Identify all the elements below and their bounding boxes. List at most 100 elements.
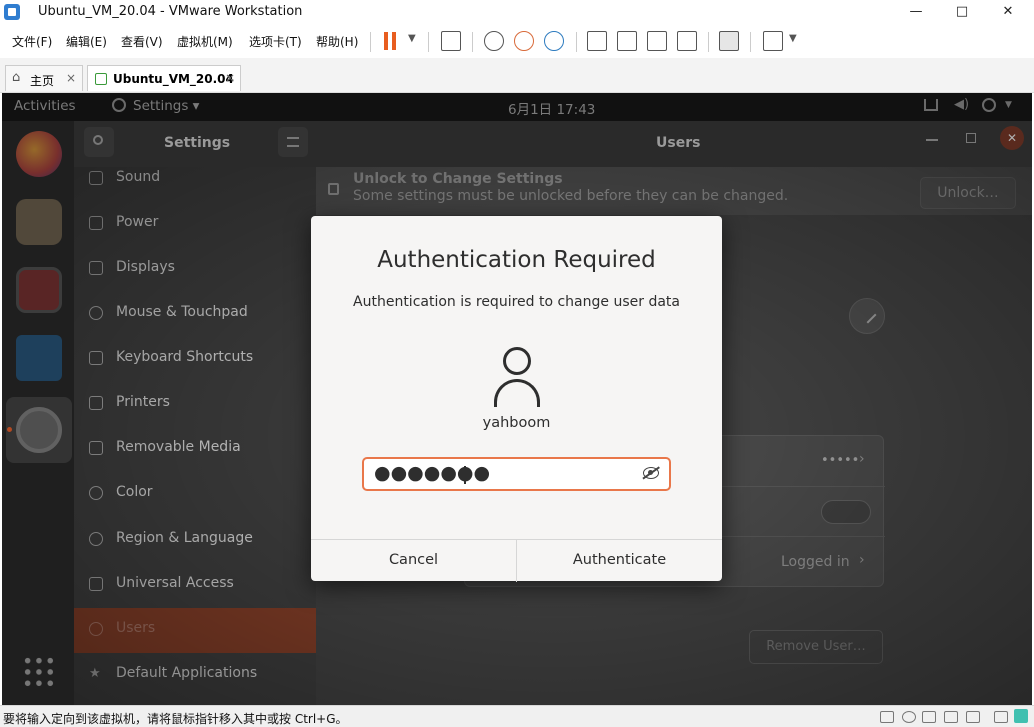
- snapshot-manager-icon[interactable]: [544, 31, 564, 51]
- unlock-button[interactable]: Unlock…: [920, 177, 1016, 209]
- settings-gear-icon[interactable]: [16, 407, 62, 453]
- system-monitor-icon[interactable]: [16, 267, 62, 313]
- app-menu[interactable]: Settings ▾: [133, 98, 199, 114]
- sidebar-item-label: Sound: [116, 169, 161, 185]
- sidebar-item-keyboard[interactable]: Keyboard Shortcuts: [74, 337, 316, 382]
- sidebar-item-label: Displays: [116, 259, 175, 275]
- stretch-icon[interactable]: [763, 31, 783, 51]
- edit-avatar-button[interactable]: [849, 298, 885, 334]
- sidebar-item-mouse[interactable]: Mouse & Touchpad: [74, 292, 316, 337]
- network-icon[interactable]: [924, 99, 938, 111]
- power-icon: [89, 216, 103, 230]
- search-button[interactable]: [84, 127, 114, 157]
- tab-vm-label: Ubuntu_VM_20.04: [113, 72, 234, 86]
- vm-running-icon: [95, 73, 107, 85]
- sidebar-item-label: Printers: [116, 394, 170, 410]
- password-field[interactable]: ●●●●●●●: [362, 457, 671, 491]
- settings-sidebar: Sound Power Displays Mouse & Touchpad Ke…: [74, 167, 316, 705]
- usb-icon[interactable]: [944, 711, 958, 723]
- sidebar-item-default-apps[interactable]: ★ Default Applications: [74, 653, 316, 698]
- pause-icon[interactable]: [384, 32, 398, 50]
- hdd-icon[interactable]: [880, 711, 894, 723]
- menu-button[interactable]: [278, 127, 308, 157]
- stretch-dropdown-icon[interactable]: ▼: [789, 33, 797, 44]
- pause-dropdown-icon[interactable]: ▼: [408, 33, 416, 44]
- firefox-icon[interactable]: [16, 131, 62, 177]
- menu-view[interactable]: 查看(V): [121, 33, 163, 50]
- sidebar-item-universal-access[interactable]: Universal Access: [74, 563, 316, 608]
- panel-title: Users: [656, 135, 701, 151]
- user-avatar-icon: [494, 347, 540, 409]
- window-close-icon[interactable]: ✕: [1000, 126, 1024, 150]
- sound-card-icon[interactable]: [966, 711, 980, 723]
- minimize-icon[interactable]: [926, 139, 938, 141]
- toolbar-separator: [428, 32, 429, 52]
- fullscreen-icon[interactable]: [647, 31, 667, 51]
- sidebar-item-label: Universal Access: [116, 575, 234, 591]
- tab-vm[interactable]: Ubuntu_VM_20.04 ×: [87, 65, 241, 91]
- remove-user-button[interactable]: Remove User…: [749, 630, 883, 664]
- status-hint: 要将输入定向到该虚拟机，请将鼠标指针移入其中或按 Ctrl+G。: [3, 712, 348, 726]
- cdrom-icon[interactable]: [902, 711, 916, 723]
- close-button[interactable]: ✕: [994, 2, 1022, 22]
- sidebar-item-region[interactable]: Region & Language: [74, 518, 316, 563]
- search-icon: [93, 135, 103, 145]
- media-icon: [89, 441, 103, 455]
- clock[interactable]: 6月1日 17:43: [508, 98, 595, 118]
- maximize-button[interactable]: □: [948, 2, 976, 22]
- authenticate-button[interactable]: Authenticate: [517, 540, 722, 582]
- maximize-icon[interactable]: [966, 133, 976, 143]
- reveal-password-icon[interactable]: [642, 466, 660, 480]
- toolbar-separator: [708, 32, 709, 52]
- toolbar-separator: [370, 32, 371, 52]
- vscode-icon[interactable]: [16, 335, 62, 381]
- tab-home-close-icon[interactable]: ×: [66, 71, 76, 85]
- sidebar-item-sound[interactable]: Sound: [74, 157, 316, 202]
- volume-icon[interactable]: ◀): [954, 97, 969, 112]
- display-icon[interactable]: [994, 711, 1008, 723]
- chevron-right-icon: ›: [859, 552, 865, 568]
- text-caret: [464, 466, 466, 484]
- network-adapter-icon[interactable]: [922, 711, 936, 723]
- menu-tabs[interactable]: 选项卡(T): [249, 33, 302, 50]
- sidebar-item-label: Mouse & Touchpad: [116, 304, 248, 320]
- show-applications-icon[interactable]: [22, 655, 56, 689]
- cancel-button[interactable]: Cancel: [311, 540, 516, 582]
- send-ctrl-alt-del-icon[interactable]: [441, 31, 461, 51]
- menu-file[interactable]: 文件(F): [12, 33, 52, 50]
- last-login-value[interactable]: Logged in: [781, 554, 850, 570]
- message-log-icon[interactable]: [1014, 709, 1028, 723]
- sidebar-item-label: Default Applications: [116, 665, 258, 681]
- files-icon[interactable]: [16, 199, 62, 245]
- console-view-icon[interactable]: [719, 31, 739, 51]
- revert-snapshot-icon[interactable]: [514, 31, 534, 51]
- sidebar-item-users[interactable]: Users: [74, 608, 316, 653]
- power-icon[interactable]: [982, 98, 996, 112]
- unlock-infobar: Unlock to Change Settings Some settings …: [316, 167, 1032, 215]
- unity-icon[interactable]: [677, 31, 697, 51]
- sidebar-item-removable-media[interactable]: Removable Media: [74, 427, 316, 472]
- auto-login-toggle[interactable]: [821, 500, 871, 524]
- sidebar-item-power[interactable]: Power: [74, 202, 316, 247]
- home-icon: ⌂: [12, 70, 21, 85]
- minimize-button[interactable]: —: [902, 2, 930, 22]
- tab-home[interactable]: ⌂ 主页 ×: [5, 65, 83, 91]
- menu-edit[interactable]: 编辑(E): [66, 33, 107, 50]
- thumbnail-icon[interactable]: [617, 31, 637, 51]
- globe-icon: [89, 532, 103, 546]
- tab-vm-close-icon[interactable]: ×: [225, 71, 235, 85]
- password-value[interactable]: •••••: [821, 453, 859, 468]
- statusbar: 要将输入定向到该虚拟机，请将鼠标指针移入其中或按 Ctrl+G。: [0, 705, 1034, 727]
- system-menu-chevron-icon[interactable]: ▼: [1005, 100, 1012, 110]
- menu-help[interactable]: 帮助(H): [316, 33, 358, 50]
- sidebar-item-color[interactable]: Color: [74, 472, 316, 517]
- menu-vm[interactable]: 虚拟机(M): [177, 33, 233, 50]
- sidebar-item-label: Keyboard Shortcuts: [116, 349, 254, 365]
- sidebar-item-displays[interactable]: Displays: [74, 247, 316, 292]
- library-icon[interactable]: [587, 31, 607, 51]
- sidebar-item-printers[interactable]: Printers: [74, 382, 316, 427]
- toolbar-separator: [472, 32, 473, 52]
- snapshot-icon[interactable]: [484, 31, 504, 51]
- toolbar-separator: [576, 32, 577, 52]
- activities-button[interactable]: Activities: [14, 98, 76, 114]
